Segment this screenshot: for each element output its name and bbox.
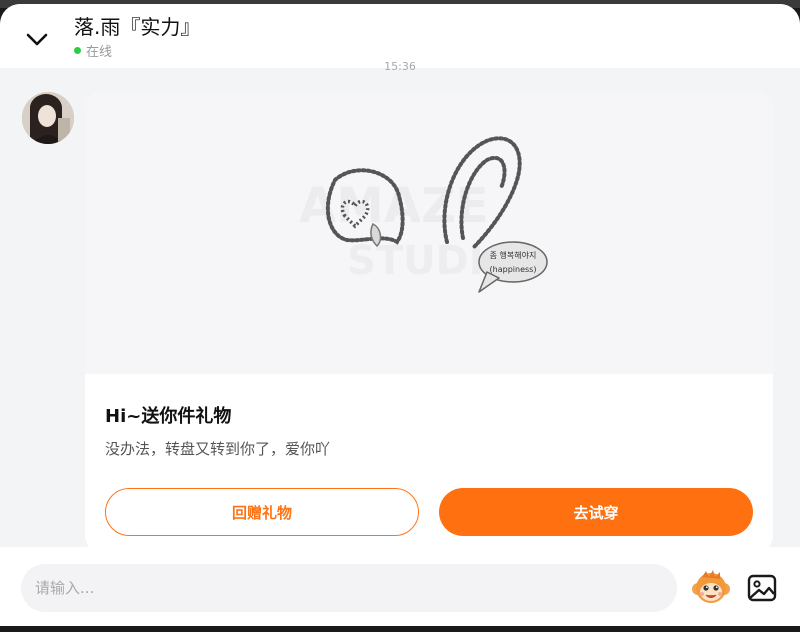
return-gift-button[interactable]: 回赠礼物 (105, 488, 419, 536)
gift-description: 没办法，转盘又转到你了，爱你吖 (105, 440, 331, 458)
gift-message-card[interactable]: AMAZE STUDIO 좀 행복해야지 (happiness) Hi~送你件礼… (85, 92, 773, 552)
chat-panel: 落.雨『实力』 在线 15:36 AMAZE STUDIO 좀 행복해야지 (h… (0, 4, 800, 626)
chat-header: 落.雨『实力』 在线 (0, 4, 800, 68)
image-button[interactable] (746, 572, 778, 604)
online-dot (74, 47, 81, 54)
bubble-caption-korean: 좀 행복해야지 (490, 250, 537, 260)
message-input[interactable] (21, 564, 677, 612)
online-status: 在线 (74, 41, 112, 60)
bubble-caption-english: (happiness) (490, 265, 537, 274)
chat-title[interactable]: 落.雨『实力』 (74, 14, 200, 40)
sender-avatar[interactable] (22, 92, 74, 144)
system-bottom-bar (0, 626, 800, 632)
emoji-button[interactable] (690, 567, 732, 609)
gift-title: Hi~送你件礼物 (105, 406, 232, 427)
gift-image: AMAZE STUDIO 좀 행복해야지 (happiness) (85, 92, 773, 374)
chevron-down-icon (26, 33, 48, 46)
monkey-emoji-icon (692, 570, 730, 603)
avatar-image (22, 92, 74, 144)
try-on-button[interactable]: 去试穿 (439, 488, 753, 536)
image-icon (747, 574, 777, 602)
gift-illustration: AMAZE STUDIO 좀 행복해야지 (happiness) (299, 136, 548, 293)
collapse-button[interactable] (22, 26, 52, 52)
message-timestamp: 15:36 (384, 60, 416, 73)
status-text: 在线 (86, 45, 113, 60)
message-input-bar (0, 547, 800, 626)
